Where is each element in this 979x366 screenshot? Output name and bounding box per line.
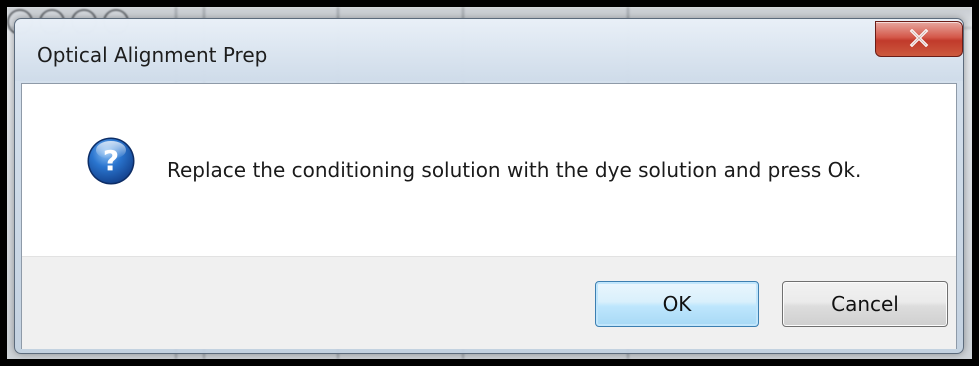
button-bar: OK Cancel [22, 256, 956, 349]
close-button[interactable] [875, 21, 963, 57]
message-dialog: Optical Alignment Prep ? Replace the con… [14, 18, 964, 354]
question-icon: ? [87, 137, 135, 185]
cancel-button[interactable]: Cancel [782, 281, 948, 327]
ok-button[interactable]: OK [595, 281, 759, 327]
close-icon [909, 29, 929, 47]
dialog-client-area: ? Replace the conditioning solution with… [21, 83, 957, 349]
dialog-title: Optical Alignment Prep [37, 43, 268, 67]
message-area: ? Replace the conditioning solution with… [22, 84, 956, 256]
dialog-titlebar[interactable]: Optical Alignment Prep [15, 19, 963, 81]
svg-text:?: ? [103, 144, 119, 177]
message-text: Replace the conditioning solution with t… [167, 158, 862, 182]
